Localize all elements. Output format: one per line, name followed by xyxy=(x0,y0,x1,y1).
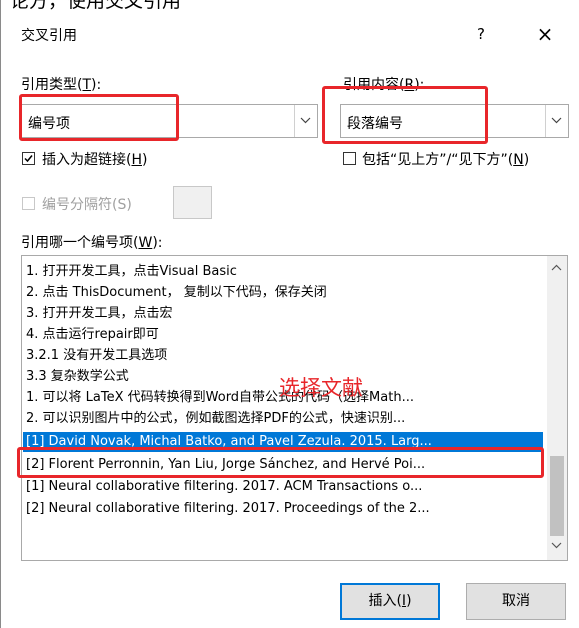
numbered-items-list[interactable]: 1. 打开开发工具，点击Visual Basic 2. 点击 ThisDocum… xyxy=(21,255,568,561)
help-button[interactable]: ? xyxy=(469,22,493,46)
list-label: 引用哪一个编号项(W): xyxy=(21,235,163,251)
dialog-title: 交叉引用 xyxy=(21,28,77,44)
annotation-box-ref-content xyxy=(322,86,488,144)
separator-label: 编号分隔符(S) xyxy=(42,197,132,213)
list-item[interactable]: 1. 打开开发工具，点击Visual Basic xyxy=(23,262,543,282)
separator-input[interactable] xyxy=(173,186,212,219)
close-button[interactable]: × xyxy=(533,22,557,46)
list-item[interactable]: 3. 打开开发工具，点击宏 xyxy=(23,304,543,324)
insert-button[interactable]: 插入(I) xyxy=(340,583,440,620)
list-item[interactable]: [1] Neural collaborative filtering. 2017… xyxy=(23,477,543,497)
checkmark-icon xyxy=(24,155,33,163)
list-item[interactable]: 4. 点击运行repair即可 xyxy=(23,325,543,345)
cancel-button[interactable]: 取消 xyxy=(466,583,566,620)
list-scrollbar[interactable] xyxy=(547,256,567,560)
ref-type-dropdown-button[interactable] xyxy=(294,105,317,137)
annotation-text: 选择文献 xyxy=(279,376,363,400)
list-item[interactable]: 2. 可以识别图片中的公式，例如截图选择PDF的公式，快速识别... xyxy=(23,409,543,429)
chevron-down-icon xyxy=(300,117,311,124)
above-below-checkbox[interactable] xyxy=(343,152,356,165)
background-text-fragment: 论方，使用交叉引用 xyxy=(10,0,182,12)
scroll-down-icon xyxy=(551,542,562,549)
list-item[interactable]: 2. 点击 ThisDocument， 复制以下代码，保存关闭 xyxy=(23,283,543,303)
above-below-label[interactable]: 包括“见上方”/“见下方”(N) xyxy=(362,149,529,169)
list-item[interactable]: 3.2.1 没有开发工具选项 xyxy=(23,346,543,366)
insert-hyperlink-label[interactable]: 插入为超链接(H) xyxy=(42,149,147,169)
separator-checkbox[interactable] xyxy=(22,197,35,210)
left-border xyxy=(0,0,1,628)
annotation-box-ref-type xyxy=(19,94,179,141)
ref-type-label: 引用类型(T): xyxy=(21,77,102,93)
scroll-up-icon xyxy=(551,264,562,271)
chevron-down-icon xyxy=(551,117,562,124)
ref-content-dropdown-button[interactable] xyxy=(545,105,568,137)
annotation-box-selected-item xyxy=(17,447,544,478)
scroll-thumb[interactable] xyxy=(550,456,564,536)
list-item[interactable]: [2] Neural collaborative filtering. 2017… xyxy=(23,499,543,519)
insert-hyperlink-checkbox[interactable] xyxy=(22,152,35,165)
